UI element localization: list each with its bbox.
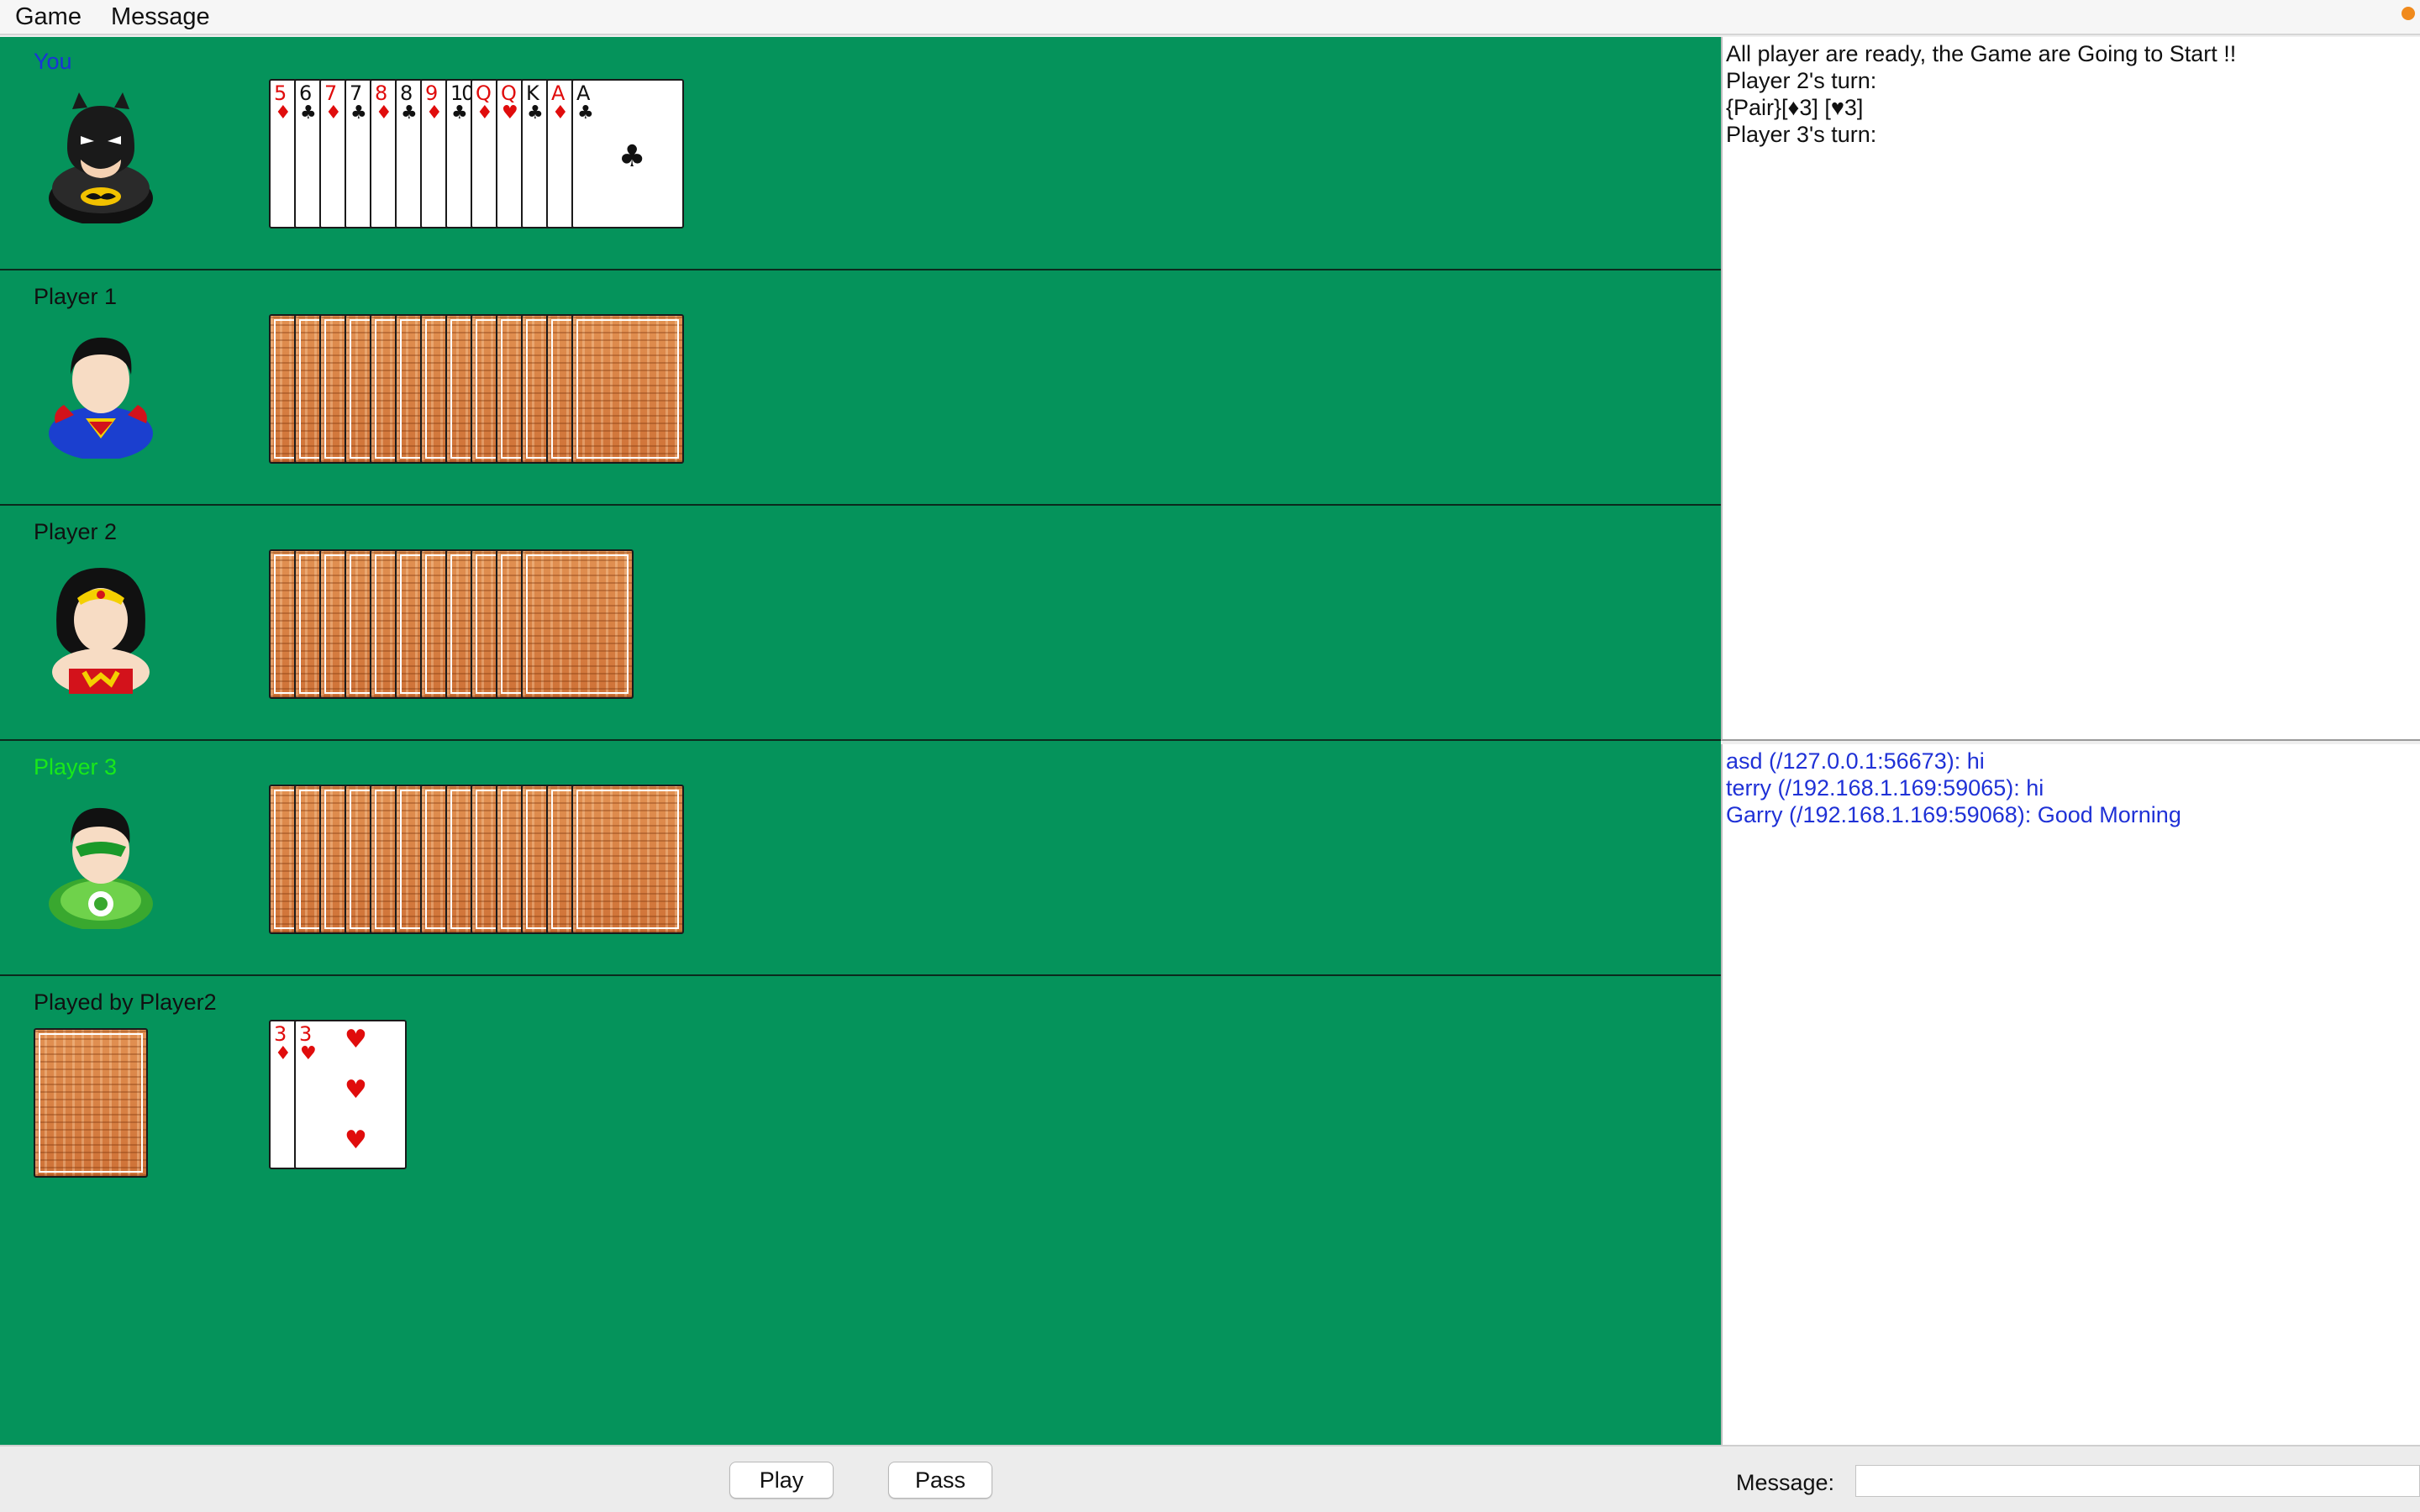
game-table: You 5 ♦ 6 ♣ 7 ♦ 7 ♣ 8 ♦ 8 ♣ 9 ♦ 10 ♣ Q ♦ Q ♥ K ♣ A ♦… bbox=[0, 37, 1721, 1445]
menu-message[interactable]: Message bbox=[111, 3, 210, 31]
message-label: Message: bbox=[1736, 1470, 1835, 1495]
superman-avatar-icon bbox=[49, 337, 153, 459]
menu-game[interactable]: Game bbox=[15, 3, 82, 31]
wonder-woman-avatar-icon bbox=[52, 568, 150, 694]
player-name-you: You bbox=[34, 49, 72, 74]
played-card-3-hearts: 3 ♥ ♥ ♥ ♥ bbox=[294, 1020, 407, 1169]
card-back bbox=[571, 785, 684, 934]
game-log-panel: All player are ready, the Game are Going… bbox=[1721, 37, 2420, 741]
played-by-label: Played by Player2 bbox=[34, 990, 217, 1015]
green-lantern-avatar-icon bbox=[49, 807, 153, 929]
player-name-3: Player 3 bbox=[34, 754, 118, 780]
log-line: All player are ready, the Game are Going… bbox=[1726, 41, 2237, 66]
player-row-3: Player 3 bbox=[0, 743, 1721, 976]
chat-line: terry (/192.168.1.169:59065): hi bbox=[1726, 775, 2044, 801]
pass-button[interactable]: Pass bbox=[888, 1462, 992, 1499]
card-a-clubs[interactable]: A ♣ ♣ bbox=[571, 79, 684, 228]
chat-panel: asd (/127.0.0.1:56673): hi terry (/192.1… bbox=[1721, 744, 2420, 1450]
card-back bbox=[571, 314, 684, 464]
batman-avatar-icon bbox=[49, 92, 153, 223]
menubar: Game Message bbox=[0, 0, 2420, 35]
played-pile-back bbox=[34, 1028, 148, 1178]
bottom-bar: Play Pass Message: bbox=[0, 1445, 2420, 1512]
window-indicator-icon bbox=[2402, 7, 2415, 20]
player-row-1: Player 1 bbox=[0, 272, 1721, 506]
log-line: Player 2's turn: bbox=[1726, 68, 1877, 93]
player-name-1: Player 1 bbox=[34, 284, 118, 309]
log-line: {Pair}[♦3] [♥3] bbox=[1726, 95, 1864, 120]
player-name-2: Player 2 bbox=[34, 519, 118, 544]
message-input[interactable] bbox=[1855, 1465, 2420, 1497]
chat-line: asd (/127.0.0.1:56673): hi bbox=[1726, 748, 1985, 774]
player-row-you: You 5 ♦ 6 ♣ 7 ♦ 7 ♣ 8 ♦ 8 ♣ 9 ♦ 10 ♣ Q ♦ Q ♥ K ♣ A ♦… bbox=[0, 37, 1721, 270]
log-line: Player 3's turn: bbox=[1726, 122, 1877, 147]
card-back bbox=[521, 549, 634, 699]
chat-line: Garry (/192.168.1.169:59068): Good Morni… bbox=[1726, 802, 2181, 827]
player-row-2: Player 2 bbox=[0, 507, 1721, 741]
play-button[interactable]: Play bbox=[729, 1462, 834, 1499]
